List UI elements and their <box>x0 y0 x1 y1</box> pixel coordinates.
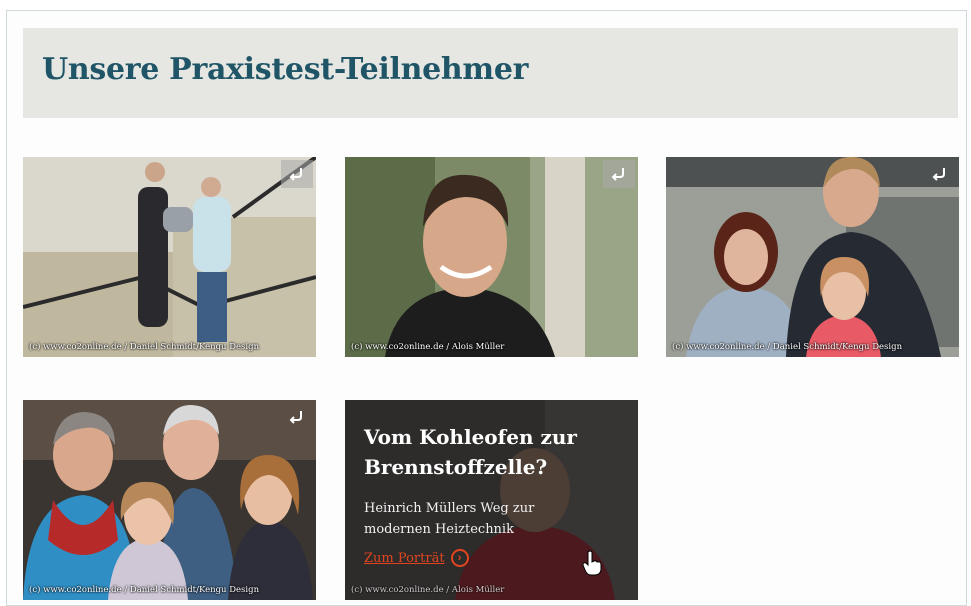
participant-card-4[interactable]: (c) www.co2online.de / Daniel Schmidt/Ke… <box>23 400 316 600</box>
photo-credit: (c) www.co2online.de / Alois Müller <box>351 342 505 352</box>
corner-action[interactable] <box>603 160 635 188</box>
participant-card-3[interactable]: (c) www.co2online.de / Daniel Schmidt/Ke… <box>666 157 959 357</box>
participant-card-2[interactable]: (c) www.co2online.de / Alois Müller <box>345 157 638 357</box>
participant-photo <box>666 157 959 357</box>
photo-credit: (c) www.co2online.de / Alois Müller <box>351 585 505 595</box>
corner-action[interactable] <box>281 403 313 431</box>
promo-card[interactable]: Vom Kohleofen zur Brennstoffzelle? Heinr… <box>345 400 638 600</box>
participant-photo <box>23 157 316 357</box>
return-arrow-icon <box>611 168 624 181</box>
corner-action[interactable] <box>924 160 956 188</box>
hand-pointer-icon <box>582 550 602 576</box>
chevron-right-circle-icon[interactable]: › <box>450 549 469 567</box>
portrait-link-label[interactable]: Zum Porträt <box>364 551 445 566</box>
photo-credit: (c) www.co2online.de / Daniel Schmidt/Ke… <box>29 342 260 352</box>
return-arrow-icon <box>932 168 945 181</box>
participant-card-1[interactable]: (c) www.co2online.de / Daniel Schmidt/Ke… <box>23 157 316 357</box>
return-arrow-icon <box>289 168 302 181</box>
participant-photo <box>23 400 316 600</box>
return-arrow-icon <box>289 411 302 424</box>
promo-title: Vom Kohleofen zur Brennstoffzelle? <box>364 425 577 479</box>
section-title: Unsere Praxistest-Teilnehmer <box>42 52 529 87</box>
corner-action[interactable] <box>281 160 313 188</box>
photo-credit: (c) www.co2online.de / Daniel Schmidt/Ke… <box>29 585 260 595</box>
promo-subtitle: Heinrich Müllers Weg zur modernen Heizte… <box>364 501 535 537</box>
portrait-link[interactable]: Zum Porträt › <box>364 549 469 567</box>
photo-credit: (c) www.co2online.de / Daniel Schmidt/Ke… <box>672 342 903 352</box>
participant-photo <box>345 157 638 357</box>
